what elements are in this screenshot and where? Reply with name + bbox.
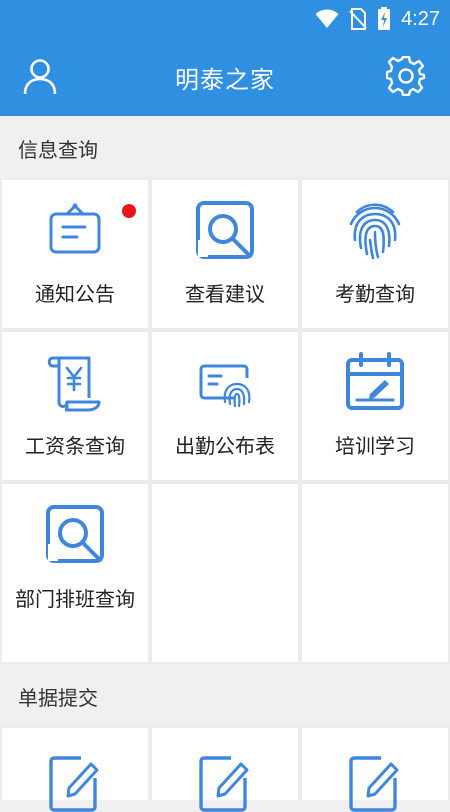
salary-scroll-icon [47,356,101,412]
info-query-grid: 通知公告 查看建议 考勤查询 工资条查询 出勤公布表 培训学习 部门排班查询 [0,178,450,664]
settings-button[interactable] [385,55,426,97]
wifi-icon [315,9,339,28]
edit-document-icon [349,756,399,812]
grid-item-label: 查看建议 [185,282,265,306]
attendance-card-icon [199,364,251,408]
grid-item-label: 通知公告 [35,282,115,306]
grid-item-attendance-table[interactable]: 出勤公布表 [152,332,298,480]
edit-document-icon [49,756,99,812]
search-suggestion-icon [196,201,254,259]
section-header-info-query: 信息查询 [0,116,450,178]
grid-item-department-schedule[interactable]: 部门排班查询 [2,484,148,662]
grid-item-attendance-query[interactable]: 考勤查询 [302,180,448,328]
page-title: 明泰之家 [175,66,275,94]
grid-item-label: 工资条查询 [25,434,125,458]
grid-item-document-3[interactable] [302,728,448,812]
status-bar: 4:27 [0,0,450,38]
no-sim-icon [349,8,367,30]
grid-item-suggestions[interactable]: 查看建议 [152,180,298,328]
battery-charging-icon [378,7,391,30]
grid-item-label: 考勤查询 [335,282,415,306]
grid-item-label: 部门排班查询 [15,587,135,611]
grid-item-notice[interactable]: 通知公告 [2,180,148,328]
grid-item-document-1[interactable] [2,728,148,812]
grid-item-salary[interactable]: 工资条查询 [2,332,148,480]
edit-document-icon [199,756,249,812]
grid-item-label: 出勤公布表 [175,434,275,458]
grid-item-label: 培训学习 [335,434,415,458]
notification-badge [122,204,136,218]
grid-empty-cell [302,484,448,662]
notice-board-icon [49,203,101,254]
status-time: 4:27 [401,7,440,30]
app-bar: 明泰之家 [0,38,450,116]
grid-item-document-2[interactable] [152,728,298,812]
schedule-search-icon [46,505,104,563]
section-title: 单据提交 [18,686,98,710]
grid-empty-cell [152,484,298,662]
calendar-edit-icon [346,352,404,410]
status-icons: 4:27 [315,6,440,32]
settings-icon [385,55,426,97]
section-header-document-submit: 单据提交 [0,664,450,726]
document-submit-grid [0,726,450,812]
fingerprint-icon [349,203,401,260]
grid-item-training[interactable]: 培训学习 [302,332,448,480]
section-title: 信息查询 [18,138,98,162]
